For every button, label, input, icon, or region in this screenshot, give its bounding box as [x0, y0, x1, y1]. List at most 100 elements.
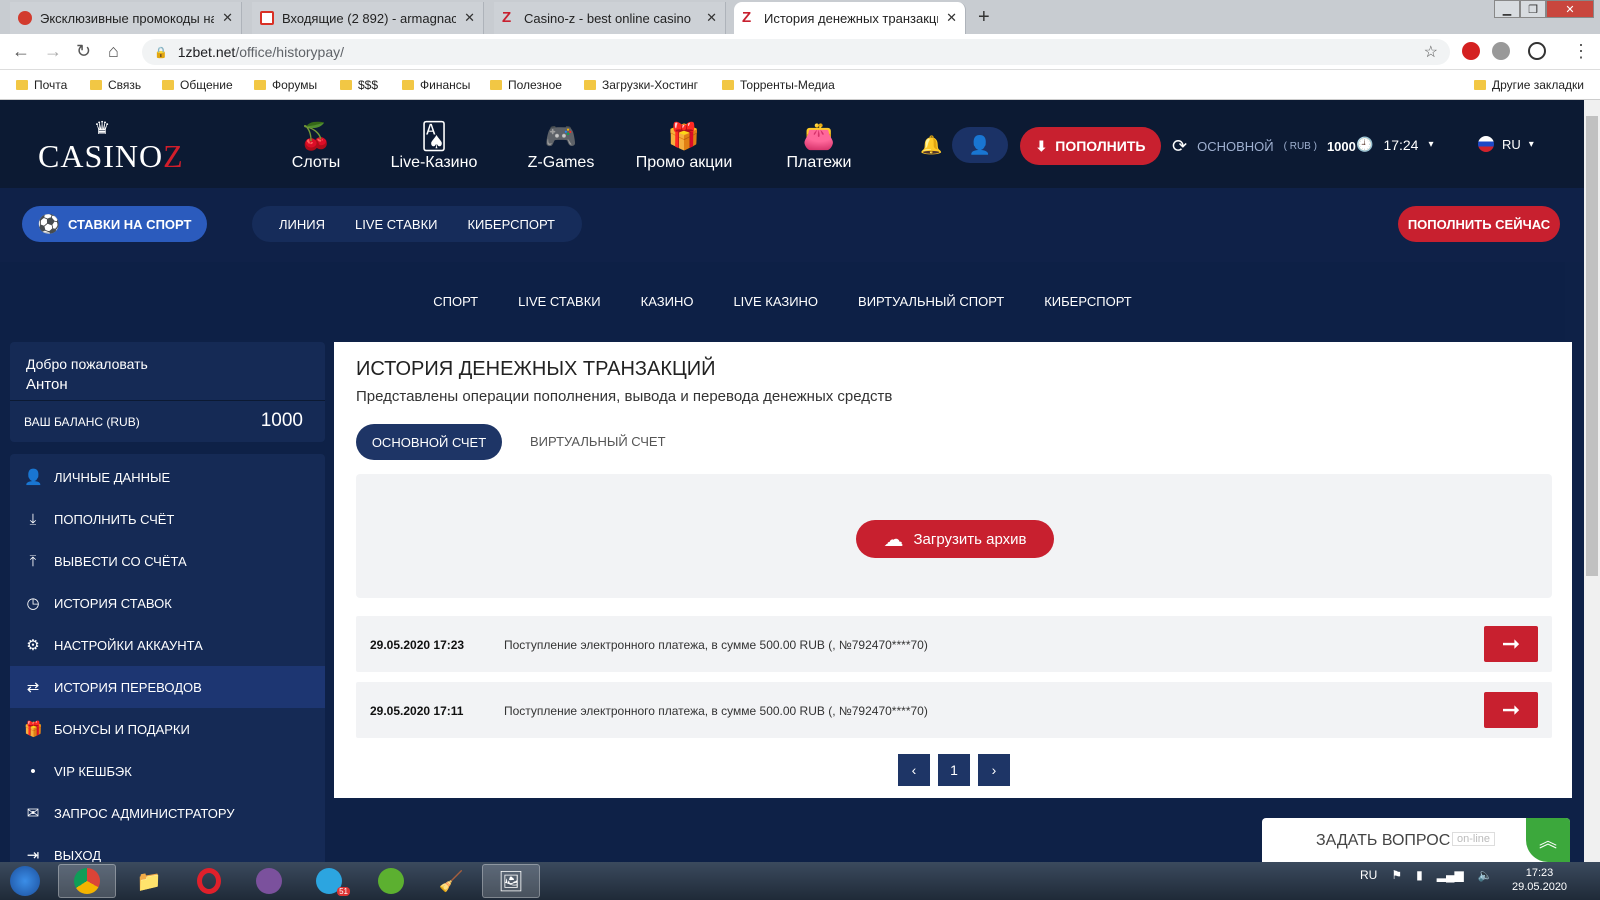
taskbar-viber[interactable] [240, 864, 298, 898]
menu-withdraw[interactable]: ⤒ ВЫВЕСТИ СО СЧЁТА [10, 540, 325, 582]
pagination-page-1[interactable]: 1 [938, 754, 970, 786]
pagination-next[interactable]: › [978, 754, 1010, 786]
chevron-up-icon[interactable]: ︽ [1526, 818, 1570, 862]
bell-icon[interactable]: 🔔 [920, 135, 942, 156]
profile-avatar-icon[interactable] [1528, 42, 1546, 60]
taskbar-ccleaner[interactable]: 🧹 [422, 864, 480, 898]
gears-icon: ⚙ [26, 637, 40, 654]
taskbar-clock[interactable]: 17:23 29.05.2020 [1512, 866, 1567, 894]
taskbar-utorrent[interactable] [362, 864, 420, 898]
browser-tab-1[interactable]: Эксклюзивные промокоды на ф ✕ [10, 2, 242, 34]
menu-account-settings[interactable]: ⚙ НАСТРОЙКИ АККАУНТА [10, 624, 325, 666]
language-indicator[interactable]: RU [1360, 868, 1377, 882]
battery-icon[interactable]: ▮ [1416, 868, 1423, 882]
maximize-button[interactable]: ❐ [1520, 0, 1546, 18]
nav-payments[interactable]: 👛 Платежи [784, 118, 854, 172]
sport-bar [0, 188, 1600, 262]
new-tab-button[interactable]: + [978, 6, 990, 29]
topup-button[interactable]: ⬇ ПОПОЛНИТЬ [1020, 127, 1161, 165]
forward-arrow-icon[interactable]: → [44, 41, 62, 62]
menu-transfer-history[interactable]: ⇄ ИСТОРИЯ ПЕРЕВОДОВ [10, 666, 325, 708]
nav-live-casino[interactable]: 🂡 Live-Казино [382, 118, 486, 172]
taskbar-photo-viewer[interactable]: 🖼 [482, 864, 540, 898]
menu-label: ЗАПРОС АДМИНИСТРАТОРУ [54, 805, 235, 821]
balance-display[interactable]: ⟳ ОСНОВНОЙ ( RUB ) 1000 [1172, 136, 1356, 157]
pagination-prev[interactable]: ‹ [898, 754, 930, 786]
close-window-button[interactable]: ✕ [1546, 0, 1594, 18]
taskbar-opera[interactable] [180, 864, 238, 898]
subnav-casino[interactable]: КАЗИНО [641, 294, 694, 309]
arrow-right-icon[interactable]: ➞ [1484, 692, 1538, 728]
tab-virtual-account[interactable]: ВИРТУАЛЬНЫЙ СЧЕТ [530, 434, 666, 449]
extension-icon[interactable] [1492, 42, 1510, 60]
browser-tab-2[interactable]: Входящие (2 892) - armagnac80 ✕ [252, 2, 484, 34]
url-bar[interactable]: 🔒 1zbet.net/office/historypay/ ☆ [142, 39, 1450, 65]
taskbar-chrome[interactable] [58, 864, 116, 898]
scrollbar-thumb[interactable] [1586, 116, 1598, 576]
browser-tab-4-active[interactable]: Z История денежных транзакций ✕ [734, 2, 966, 34]
menu-admin-request[interactable]: ✉ ЗАПРОС АДМИНИСТРАТОРУ [10, 792, 325, 834]
language-selector[interactable]: RU ▾ [1478, 136, 1534, 152]
tab-live-bets[interactable]: LIVE СТАВКИ [355, 217, 438, 232]
subnav-live-casino[interactable]: LIVE КАЗИНО [733, 294, 818, 309]
tab-close-icon[interactable]: ✕ [464, 10, 475, 26]
taskbar-telegram[interactable]: 51 [300, 864, 358, 898]
url-path: /office/historypay/ [235, 44, 344, 60]
other-bookmarks[interactable]: Другие закладки [1474, 78, 1584, 92]
tab-main-account[interactable]: ОСНОВНОЙ СЧЕТ [356, 424, 502, 460]
tab-line[interactable]: ЛИНИЯ [279, 217, 325, 232]
reload-icon[interactable]: ↻ [76, 41, 91, 62]
subnav-virtual-sport[interactable]: ВИРТУАЛЬНЫЙ СПОРТ [858, 294, 1004, 309]
start-button[interactable] [2, 864, 48, 898]
bookmark-folder[interactable]: Общение [162, 78, 233, 92]
bookmark-folder[interactable]: Полезное [490, 78, 562, 92]
nav-z-games[interactable]: 🎮 Z-Games [518, 118, 604, 172]
refresh-icon[interactable]: ⟳ [1172, 136, 1187, 157]
tab-title: Входящие (2 892) - armagnac80 [282, 10, 457, 26]
signal-icon[interactable]: ▂▄▆ [1437, 868, 1464, 882]
sport-bets-button[interactable]: ⚽ СТАВКИ НА СПОРТ [22, 206, 207, 242]
adblock-extension-icon[interactable] [1462, 42, 1480, 60]
speaker-icon[interactable]: 🔈 [1478, 868, 1493, 882]
flag-icon[interactable]: ⚑ [1391, 868, 1402, 882]
bookmark-folder[interactable]: Загрузки-Хостинг [584, 78, 698, 92]
menu-vip-cashback[interactable]: • VIP КЕШБЭК [10, 750, 325, 792]
bookmark-folder[interactable]: Почта [16, 78, 67, 92]
nav-slots[interactable]: 🍒 Слоты [286, 118, 346, 172]
menu-deposit[interactable]: ⤓ ПОПОЛНИТЬ СЧЁТ [10, 498, 325, 540]
bookmark-folder[interactable]: Финансы [402, 78, 470, 92]
casino-z-logo[interactable]: ♛ CASINOZ [38, 118, 183, 174]
menu-personal-data[interactable]: 👤 ЛИЧНЫЕ ДАННЫЕ [10, 456, 325, 498]
bookmark-folder[interactable]: Связь [90, 78, 141, 92]
subnav-sport[interactable]: СПОРТ [433, 294, 478, 309]
topup-now-button[interactable]: ПОПОЛНИТЬ СЕЙЧАС [1398, 206, 1560, 242]
subnav-esports[interactable]: КИБЕРСПОРТ [1044, 294, 1132, 309]
home-icon[interactable]: ⌂ [108, 41, 119, 62]
nav-label: Платежи [786, 154, 852, 171]
user-profile-button[interactable]: 👤 [952, 127, 1008, 163]
bookmark-folder[interactable]: $$$ [340, 78, 378, 92]
tab-close-icon[interactable]: ✕ [222, 10, 233, 26]
download-archive-button[interactable]: ☁ Загрузить архив [856, 520, 1054, 558]
subnav-live-bets[interactable]: LIVE СТАВКИ [518, 294, 601, 309]
menu-dots-icon[interactable]: ⋮ [1572, 41, 1590, 62]
menu-bet-history[interactable]: ◷ ИСТОРИЯ СТАВОК [10, 582, 325, 624]
upload-icon: ⤒ [29, 552, 37, 570]
transaction-row: 29.05.2020 17:11 Поступление электронног… [356, 682, 1552, 738]
tab-esports[interactable]: КИБЕРСПОРТ [467, 217, 555, 232]
menu-bonuses[interactable]: 🎁 БОНУСЫ И ПОДАРКИ [10, 708, 325, 750]
soccer-ball-icon: ⚽ [37, 213, 60, 234]
ask-question-widget[interactable]: ЗАДАТЬ ВОПРОС on-line ︽ [1262, 818, 1570, 862]
tab-close-icon[interactable]: ✕ [946, 10, 957, 26]
taskbar-explorer[interactable]: 📁 [120, 864, 178, 898]
arrow-right-icon[interactable]: ➞ [1484, 626, 1538, 662]
tab-close-icon[interactable]: ✕ [706, 10, 717, 26]
clock-display[interactable]: 🕘 17:24 ▾ [1356, 136, 1434, 153]
back-arrow-icon[interactable]: ← [12, 41, 30, 62]
browser-tab-3[interactable]: Z Casino-z - best online casino ✕ [494, 2, 726, 34]
star-bookmark-icon[interactable]: ☆ [1424, 42, 1438, 62]
bookmark-folder[interactable]: Торренты-Медиа [722, 78, 835, 92]
nav-promo[interactable]: 🎁 Промо акции [632, 118, 736, 172]
bookmark-folder[interactable]: Форумы [254, 78, 317, 92]
minimize-button[interactable]: ▁ [1494, 0, 1520, 18]
